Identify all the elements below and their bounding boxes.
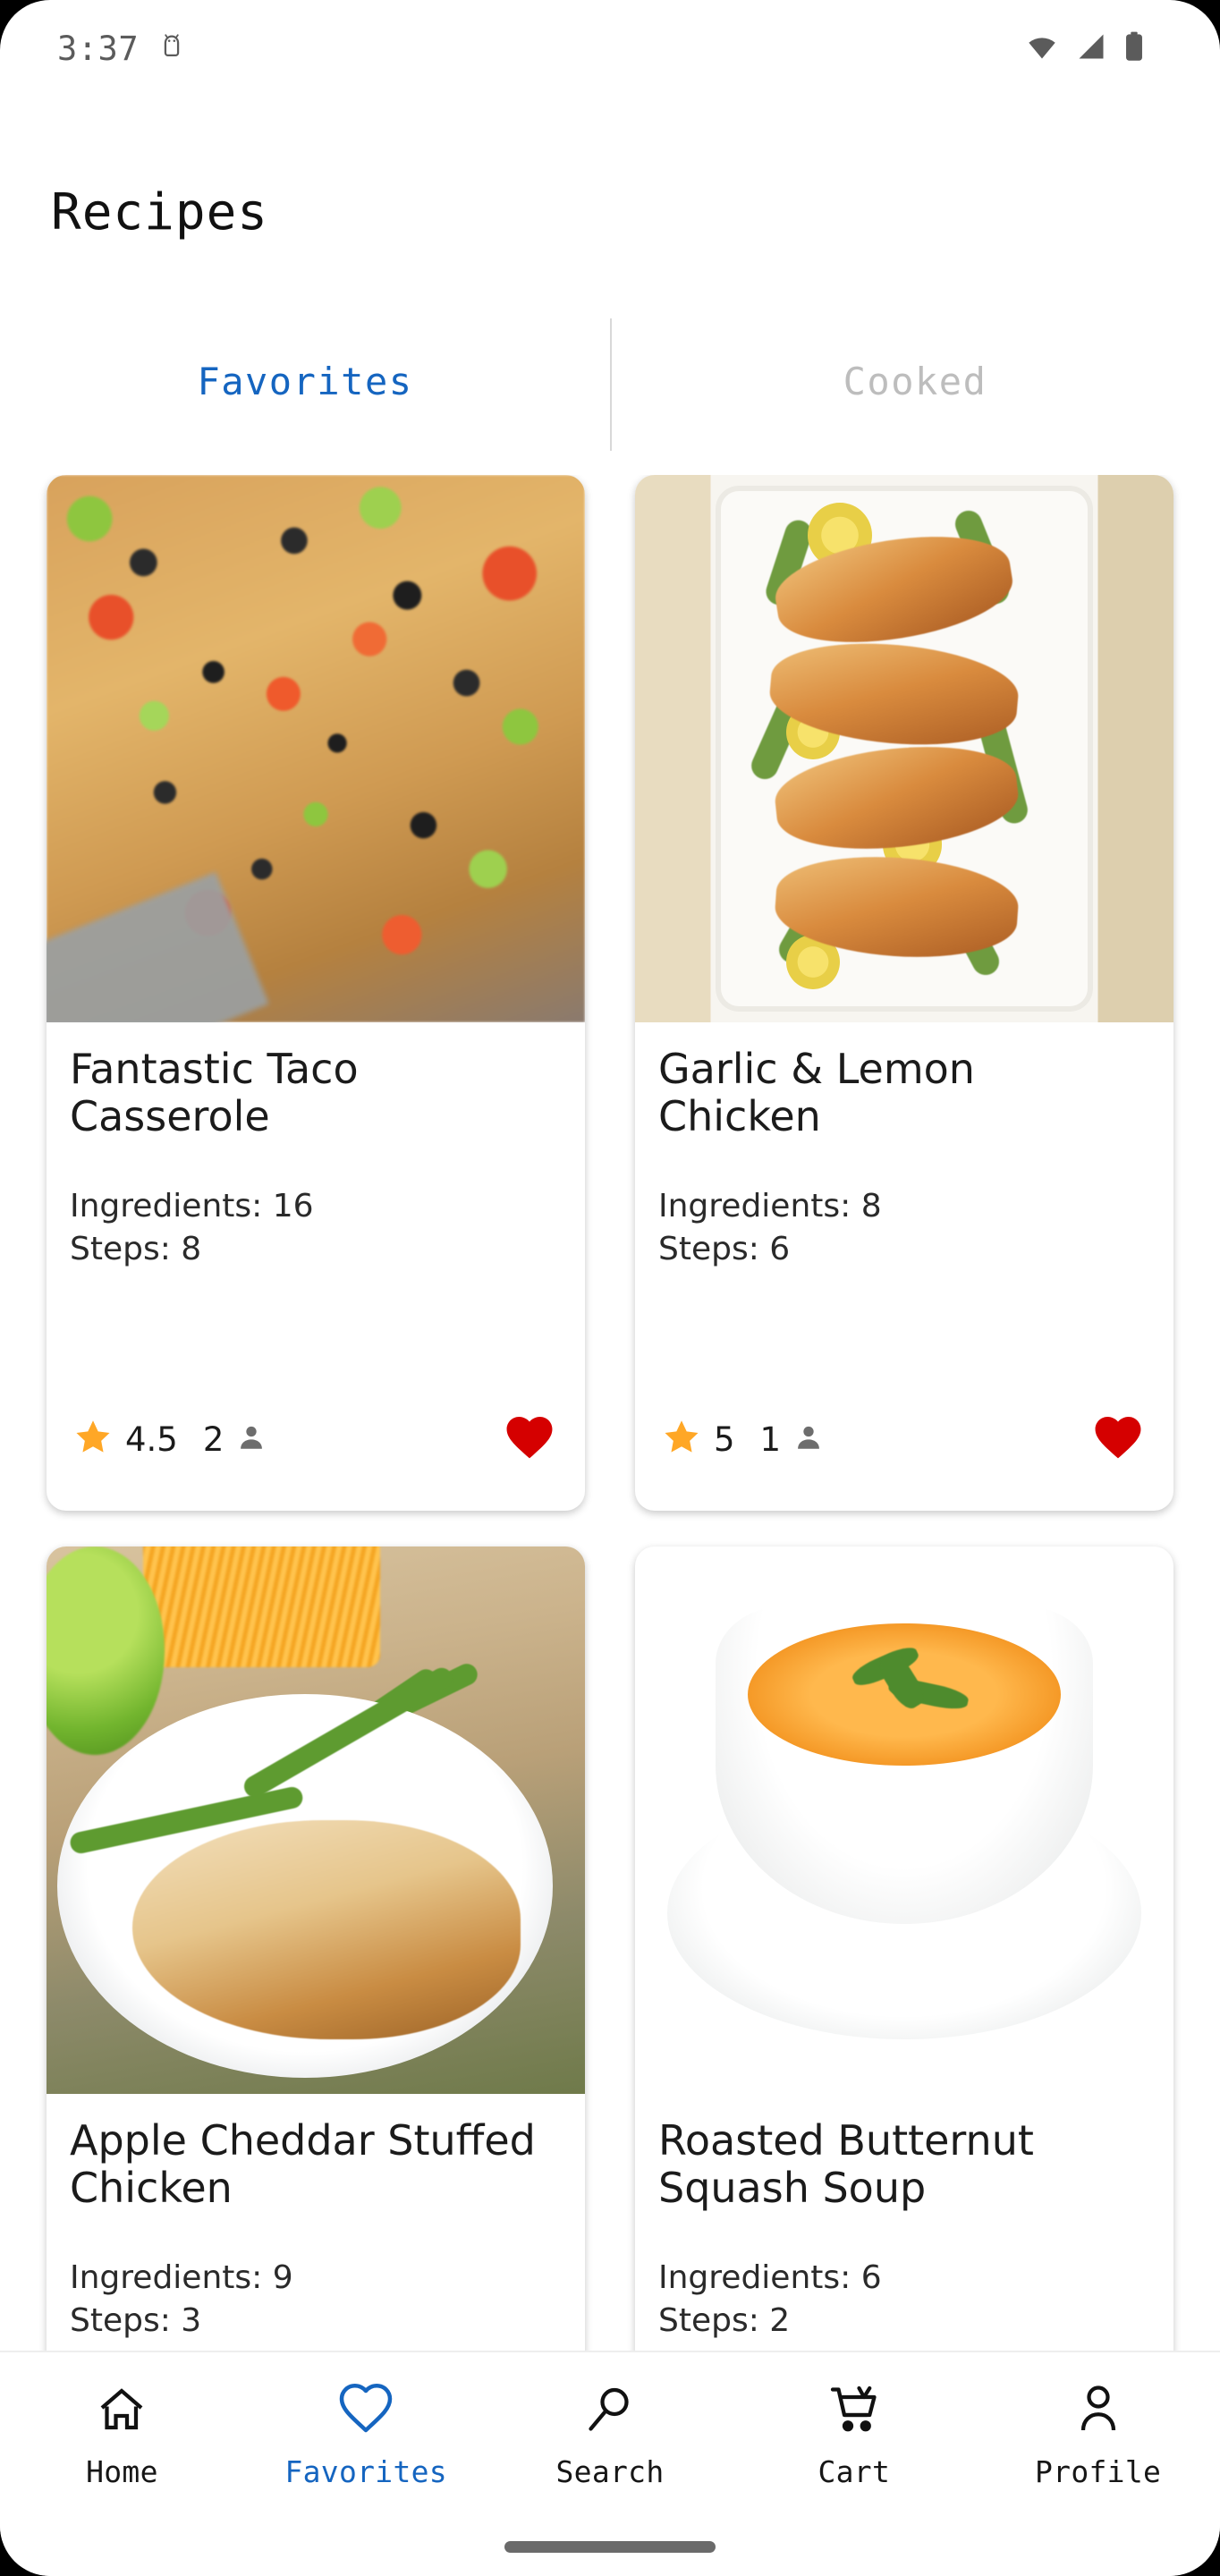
nav-item-favorites[interactable]: Favorites — [244, 2352, 488, 2576]
recipe-card-body: Garlic & Lemon Chicken Ingredients: 8 St… — [635, 1022, 1173, 1511]
person-icon — [236, 1422, 267, 1456]
people-count: 1 — [759, 1419, 782, 1459]
recipe-meta: Ingredients: 6 Steps: 2 — [658, 2257, 1150, 2343]
steps-count: Steps: 3 — [70, 2302, 202, 2340]
recipe-card[interactable]: Fantastic Taco Casserole Ingredients: 16… — [47, 475, 585, 1511]
bottom-navigation-bar: Home Favorites Search Cart Profile — [0, 2351, 1220, 2576]
steps-count: Steps: 2 — [658, 2302, 791, 2340]
status-bar-right — [1025, 31, 1163, 65]
recipe-title: Fantastic Taco Casserole — [70, 1045, 359, 1141]
star-icon — [73, 1418, 113, 1461]
heart-icon — [339, 2383, 393, 2440]
wifi-icon — [1025, 33, 1059, 64]
android-icon — [157, 31, 187, 65]
search-icon — [583, 2383, 637, 2440]
nav-item-profile[interactable]: Profile — [976, 2352, 1220, 2576]
recipe-meta: Ingredients: 16 Steps: 8 — [70, 1185, 562, 1271]
status-bar-left: 3:37 — [57, 30, 187, 68]
recipe-card-body: Roasted Butternut Squash Soup Ingredient… — [635, 2094, 1173, 2353]
recipe-image — [635, 475, 1173, 1022]
home-indicator[interactable] — [504, 2541, 716, 2553]
recipe-card[interactable]: Garlic & Lemon Chicken Ingredients: 8 St… — [635, 475, 1173, 1511]
recipe-image — [47, 1546, 585, 2094]
nav-label-cart: Cart — [818, 2454, 891, 2489]
cellular-signal-icon — [1075, 33, 1107, 64]
recipe-image — [635, 1546, 1173, 2094]
recipe-card[interactable]: Apple Cheddar Stuffed Chicken Ingredient… — [47, 1546, 585, 2353]
ingredients-count: Ingredients: 8 — [658, 1188, 882, 1224]
recipe-image — [47, 475, 585, 1022]
favorite-heart-button[interactable] — [504, 1415, 555, 1463]
status-bar-clock: 3:37 — [57, 29, 140, 68]
nav-item-cart[interactable]: Cart — [732, 2352, 976, 2576]
recipe-card-footer: 4.5 2 — [70, 1368, 562, 1511]
battery-icon — [1123, 31, 1145, 65]
nav-label-home: Home — [86, 2454, 158, 2489]
recipe-card-body: Fantastic Taco Casserole Ingredients: 16… — [47, 1022, 585, 1511]
tab-cooked[interactable]: Cooked — [610, 318, 1220, 444]
recipe-grid: Fantastic Taco Casserole Ingredients: 16… — [0, 475, 1220, 2353]
recipe-meta: Ingredients: 8 Steps: 6 — [658, 1185, 1150, 1271]
steps-count: Steps: 8 — [70, 1231, 202, 1268]
tab-divider — [610, 318, 612, 451]
person-icon — [793, 1422, 824, 1456]
ingredients-count: Ingredients: 16 — [70, 1188, 314, 1224]
nav-label-profile: Profile — [1034, 2454, 1162, 2489]
nav-item-home[interactable]: Home — [0, 2352, 244, 2576]
recipe-title: Roasted Butternut Squash Soup — [658, 2116, 1034, 2213]
app-bar: Recipes — [0, 97, 1220, 327]
ingredients-count: Ingredients: 9 — [70, 2259, 293, 2296]
people-count: 2 — [202, 1419, 225, 1459]
page-title: Recipes — [51, 182, 269, 242]
nav-label-search: Search — [555, 2454, 665, 2489]
person-icon — [1072, 2383, 1125, 2440]
cart-icon — [827, 2383, 881, 2440]
recipe-meta: Ingredients: 9 Steps: 3 — [70, 2257, 562, 2343]
recipe-card[interactable]: Roasted Butternut Squash Soup Ingredient… — [635, 1546, 1173, 2353]
steps-count: Steps: 6 — [658, 1231, 791, 1268]
rating-group: 5 1 — [662, 1418, 824, 1461]
tab-favorites[interactable]: Favorites — [0, 318, 610, 444]
status-bar: 3:37 — [0, 0, 1220, 97]
ingredients-count: Ingredients: 6 — [658, 2259, 882, 2296]
rating-group: 4.5 2 — [73, 1418, 267, 1461]
recipe-card-body: Apple Cheddar Stuffed Chicken Ingredient… — [47, 2094, 585, 2353]
nav-label-favorites: Favorites — [284, 2454, 447, 2489]
favorite-heart-button[interactable] — [1093, 1415, 1143, 1463]
recipe-card-footer: 5 1 — [658, 1368, 1150, 1511]
rating-value: 5 — [714, 1419, 735, 1459]
recipe-title: Garlic & Lemon Chicken — [658, 1045, 975, 1141]
star-icon — [662, 1418, 701, 1461]
home-icon — [95, 2383, 148, 2440]
recipe-title: Apple Cheddar Stuffed Chicken — [70, 2116, 536, 2213]
rating-value: 4.5 — [125, 1419, 178, 1459]
phone-screen: 3:37 Recipes Favorites Cooked Fantastic … — [0, 0, 1220, 2576]
